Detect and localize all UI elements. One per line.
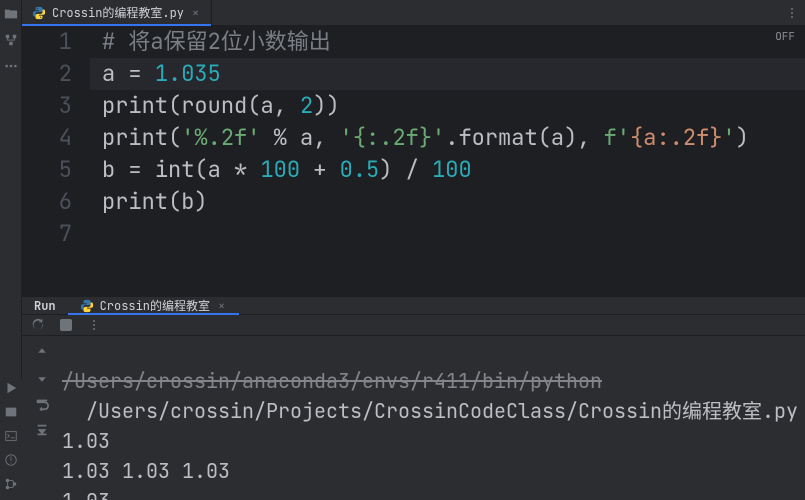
tab-filename: Crossin的编程教室.py — [52, 4, 184, 21]
python-console-icon[interactable] — [3, 404, 19, 420]
code-line[interactable]: print(b) — [90, 186, 805, 218]
run-icon[interactable] — [3, 380, 19, 396]
console-line: 1.03 — [62, 486, 805, 500]
code-line[interactable]: print('%.2f' % a, '{:.2f}'.format(a), f'… — [90, 122, 805, 154]
code-body[interactable]: # 将a保留2位小数输出 a = 1.035 print(round(a, 2)… — [90, 26, 805, 296]
run-tool-label[interactable]: Run — [22, 297, 68, 314]
line-number: 4 — [22, 122, 72, 154]
console-line: 1.03 — [62, 426, 805, 456]
folder-icon[interactable] — [3, 6, 19, 22]
structure-icon[interactable] — [3, 32, 19, 48]
python-file-icon — [32, 6, 46, 20]
run-panel-tabs: Run Crossin的编程教室 × — [22, 297, 805, 315]
up-icon[interactable] — [32, 342, 52, 362]
line-number: 5 — [22, 154, 72, 186]
code-line[interactable]: b = int(a * 100 + 0.5) / 100 — [90, 154, 805, 186]
line-number: 6 — [22, 186, 72, 218]
code-line[interactable] — [90, 218, 805, 250]
vcs-icon[interactable] — [3, 476, 19, 492]
close-icon[interactable]: × — [190, 5, 201, 21]
run-config-tab[interactable]: Crossin的编程教室 × — [68, 297, 240, 314]
code-editor[interactable]: 1 2 3 4 5 6 7 # 将a保留2位小数输出 a = 1.035 pri… — [22, 26, 805, 296]
python-file-icon — [80, 299, 94, 313]
code-line[interactable]: print(round(a, 2)) — [90, 90, 805, 122]
more-icon[interactable] — [3, 58, 19, 74]
line-number: 2 — [22, 58, 72, 90]
main-area: Crossin的编程教室.py × OFF 1 2 3 4 5 6 7 # 将a… — [22, 0, 805, 500]
editor-tabbar: Crossin的编程教室.py × — [22, 0, 805, 26]
code-line[interactable]: # 将a保留2位小数输出 — [90, 26, 805, 58]
down-icon[interactable] — [32, 368, 52, 388]
run-toolbar — [22, 315, 805, 336]
run-tab-name: Crossin的编程教室 — [100, 297, 210, 314]
console-line: /Users/crossin/Projects/CrossinCodeClass… — [62, 396, 805, 426]
rerun-icon[interactable] — [28, 315, 48, 335]
editor-tab[interactable]: Crossin的编程教室.py × — [22, 0, 212, 25]
line-number: 3 — [22, 90, 72, 122]
scroll-to-end-icon[interactable] — [32, 420, 52, 440]
console-side-tools — [22, 336, 62, 500]
line-number-gutter: 1 2 3 4 5 6 7 — [22, 26, 90, 296]
line-number: 7 — [22, 218, 72, 250]
console-line: 1.03 1.03 1.03 — [62, 456, 805, 486]
code-line[interactable]: a = 1.035 — [90, 58, 805, 90]
line-number: 1 — [22, 26, 72, 58]
soft-wrap-icon[interactable] — [32, 394, 52, 414]
stop-icon[interactable] — [56, 315, 76, 335]
tabbar-menu-icon[interactable] — [779, 0, 805, 25]
bottom-tool-stripe — [0, 380, 22, 500]
run-panel: Run Crossin的编程教室 × /Users — [22, 296, 805, 500]
more-actions-icon[interactable] — [84, 315, 104, 335]
terminal-icon[interactable] — [3, 428, 19, 444]
console-output[interactable]: /Users/crossin/anaconda3/envs/r411/bin/p… — [62, 336, 805, 500]
console-line: /Users/crossin/anaconda3/envs/r411/bin/p… — [62, 366, 805, 396]
close-icon[interactable]: × — [216, 298, 227, 314]
problems-icon[interactable] — [3, 452, 19, 468]
